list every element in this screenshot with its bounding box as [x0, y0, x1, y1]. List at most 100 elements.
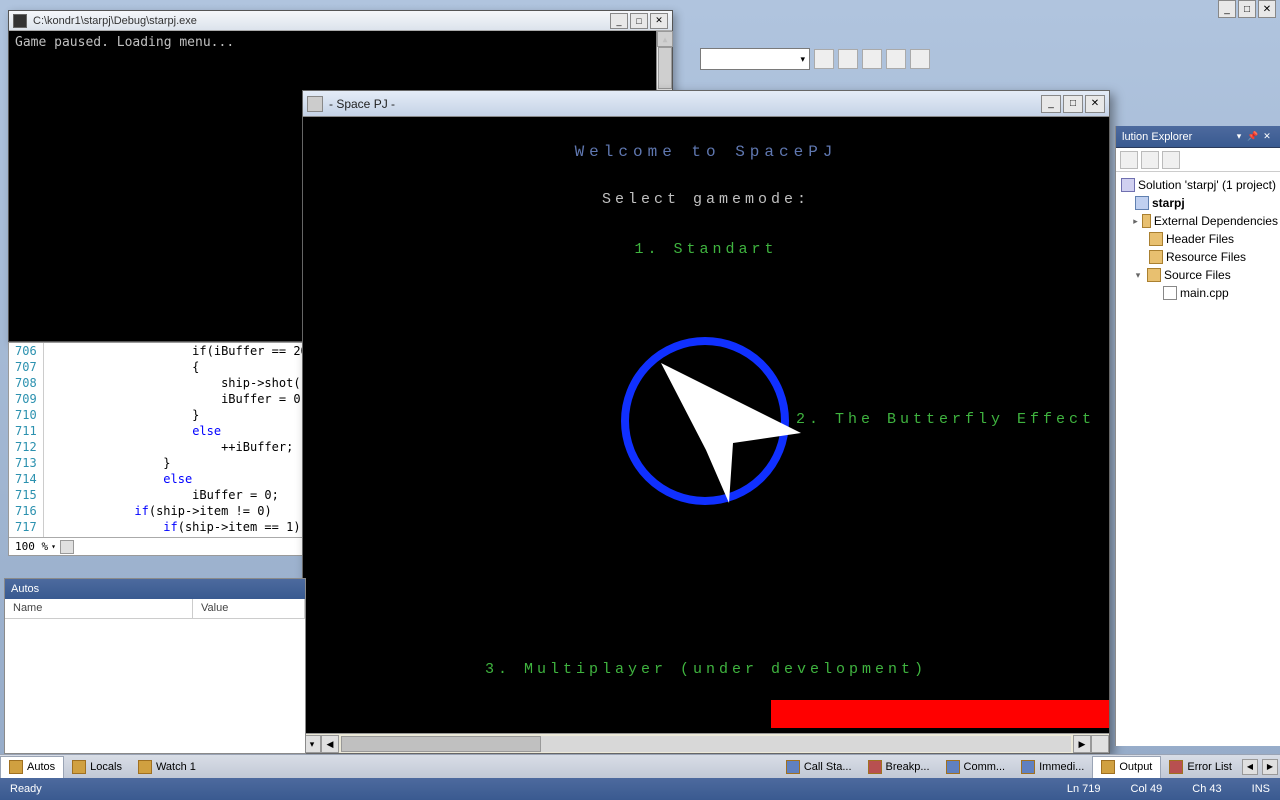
immediate-tab-icon	[1021, 760, 1035, 774]
autos-col-value[interactable]: Value	[193, 599, 305, 618]
editor-code[interactable]: if(iBuffer == 20) { ship->shot(); iBuffe…	[44, 343, 305, 537]
game-select-text: Select gamemode:	[303, 191, 1109, 208]
game-minimize-button[interactable]: _	[1041, 95, 1061, 113]
solution-icon	[1121, 178, 1135, 192]
panel-pin-icon[interactable]: 📌	[1246, 130, 1260, 144]
ide-maximize-button[interactable]: □	[1238, 0, 1256, 18]
folder-sources-label: Source Files	[1164, 268, 1231, 282]
console-text: Game paused. Loading menu...	[15, 35, 234, 50]
toolbar-button-5[interactable]	[910, 49, 930, 69]
errorlist-tab-icon	[1169, 760, 1183, 774]
tab-error-list[interactable]: Error List	[1161, 756, 1240, 778]
ship-arrow-icon	[651, 355, 811, 505]
ide-window-controls: _ □ ✕	[1218, 0, 1276, 18]
editor-scroll-left[interactable]	[60, 540, 74, 554]
game-titlebar[interactable]: - Space PJ - _ □ ✕	[303, 91, 1109, 117]
game-option-multiplayer[interactable]: 3. Multiplayer (under development)	[303, 661, 1109, 678]
solution-root-label: Solution 'starpj' (1 project)	[1138, 178, 1276, 192]
scrollbar-thumb[interactable]	[658, 47, 672, 89]
expand-icon[interactable]: ▸	[1132, 216, 1139, 227]
project-node[interactable]: starpj	[1118, 194, 1278, 212]
game-body[interactable]: Welcome to SpacePJ Select gamemode: 1. S…	[303, 117, 1109, 733]
game-progress-bar	[771, 700, 1109, 728]
ide-close-button[interactable]: ✕	[1258, 0, 1276, 18]
locals-tab-icon	[72, 760, 86, 774]
game-window: - Space PJ - _ □ ✕ Welcome to SpacePJ Se…	[302, 90, 1110, 754]
console-close-button[interactable]: ✕	[650, 13, 668, 29]
game-icon	[307, 96, 323, 112]
tab-watch1[interactable]: Watch 1	[130, 756, 204, 778]
game-close-button[interactable]: ✕	[1085, 95, 1105, 113]
autos-panel: Autos Name Value	[4, 578, 306, 754]
solution-explorer-title[interactable]: lution Explorer ▾ 📌 ✕	[1116, 126, 1280, 148]
console-maximize-button[interactable]: □	[630, 13, 648, 29]
tab-command[interactable]: Comm...	[938, 756, 1014, 778]
ide-toolbar: ▾	[700, 45, 950, 73]
sln-tb-button-1[interactable]	[1120, 151, 1138, 169]
file-main-cpp[interactable]: main.cpp	[1118, 284, 1278, 302]
folder-headers-label: Header Files	[1166, 232, 1234, 246]
folder-headers[interactable]: Header Files	[1118, 230, 1278, 248]
sln-tb-button-2[interactable]	[1141, 151, 1159, 169]
scroll-right-button[interactable]: ▶	[1073, 735, 1091, 753]
toolbar-button-3[interactable]	[862, 49, 882, 69]
solution-tree[interactable]: Solution 'starpj' (1 project) starpj ▸ E…	[1116, 172, 1280, 306]
toolbar-combo[interactable]: ▾	[700, 48, 810, 70]
tab-autos[interactable]: Autos	[0, 756, 64, 778]
ide-minimize-button[interactable]: _	[1218, 0, 1236, 18]
tabstrip-scroll-right[interactable]: ▶	[1262, 759, 1278, 775]
status-bar: Ready Ln 719 Col 49 Ch 43 INS	[0, 778, 1280, 800]
panel-dropdown-icon[interactable]: ▾	[1232, 130, 1246, 144]
editor-zoom[interactable]: 100 %	[15, 540, 48, 553]
console-minimize-button[interactable]: _	[610, 13, 628, 29]
solution-explorer-toolbar	[1116, 148, 1280, 172]
autos-header: Name Value	[5, 599, 305, 619]
console-titlebar[interactable]: C:\kondr1\starpj\Debug\starpj.exe _ □ ✕	[9, 11, 672, 31]
autos-col-name[interactable]: Name	[5, 599, 193, 618]
game-option-butterfly[interactable]: 2. The Butterfly Effect	[796, 411, 1095, 428]
code-editor[interactable]: 706707708709710711712713714715716717718 …	[8, 342, 306, 556]
editor-zoom-dropdown-icon[interactable]: ▾	[51, 542, 56, 551]
scrollbar-up-icon[interactable]: ▲	[657, 31, 673, 47]
tab-locals[interactable]: Locals	[64, 756, 130, 778]
tab-breakpoints[interactable]: Breakp...	[860, 756, 938, 778]
folder-icon	[1142, 214, 1151, 228]
solution-explorer-label: lution Explorer	[1122, 131, 1232, 143]
folder-external[interactable]: ▸ External Dependencies	[1118, 212, 1278, 230]
scroll-thumb[interactable]	[341, 736, 541, 752]
tabstrip-scroll-left[interactable]: ◀	[1242, 759, 1258, 775]
scroll-grip[interactable]	[1091, 735, 1109, 753]
sln-tb-button-3[interactable]	[1162, 151, 1180, 169]
console-title: C:\kondr1\starpj\Debug\starpj.exe	[33, 15, 608, 27]
callstack-tab-icon	[786, 760, 800, 774]
status-ch: Ch 43	[1192, 783, 1221, 795]
autos-panel-title[interactable]: Autos	[5, 579, 305, 599]
status-ins: INS	[1252, 783, 1270, 795]
toolbar-button-2[interactable]	[838, 49, 858, 69]
tab-output[interactable]: Output	[1092, 756, 1161, 778]
solution-root[interactable]: Solution 'starpj' (1 project)	[1118, 176, 1278, 194]
folder-resources[interactable]: Resource Files	[1118, 248, 1278, 266]
toolbar-button-1[interactable]	[814, 49, 834, 69]
game-maximize-button[interactable]: □	[1063, 95, 1083, 113]
toolbar-button-4[interactable]	[886, 49, 906, 69]
console-icon	[13, 14, 27, 28]
project-icon	[1135, 196, 1149, 210]
file-main-label: main.cpp	[1180, 286, 1229, 300]
folder-sources[interactable]: ▾ Source Files	[1118, 266, 1278, 284]
folder-icon	[1149, 232, 1163, 246]
tab-call-stack[interactable]: Call Sta...	[778, 756, 860, 778]
game-horizontal-scrollbar[interactable]: ▾ ◀ ▶	[303, 733, 1109, 753]
editor-status-bar: 100 % ▾	[9, 537, 305, 555]
folder-resources-label: Resource Files	[1166, 250, 1246, 264]
scroll-left-button[interactable]: ◀	[321, 735, 339, 753]
status-col: Col 49	[1131, 783, 1163, 795]
panel-close-icon[interactable]: ✕	[1260, 130, 1274, 144]
folder-icon	[1149, 250, 1163, 264]
tab-immediate[interactable]: Immedi...	[1013, 756, 1092, 778]
game-option-standard[interactable]: 1. Standart	[303, 241, 1109, 258]
game-title: - Space PJ -	[329, 97, 1039, 111]
command-tab-icon	[946, 760, 960, 774]
collapse-icon[interactable]: ▾	[1132, 270, 1144, 281]
status-ready: Ready	[10, 783, 42, 795]
